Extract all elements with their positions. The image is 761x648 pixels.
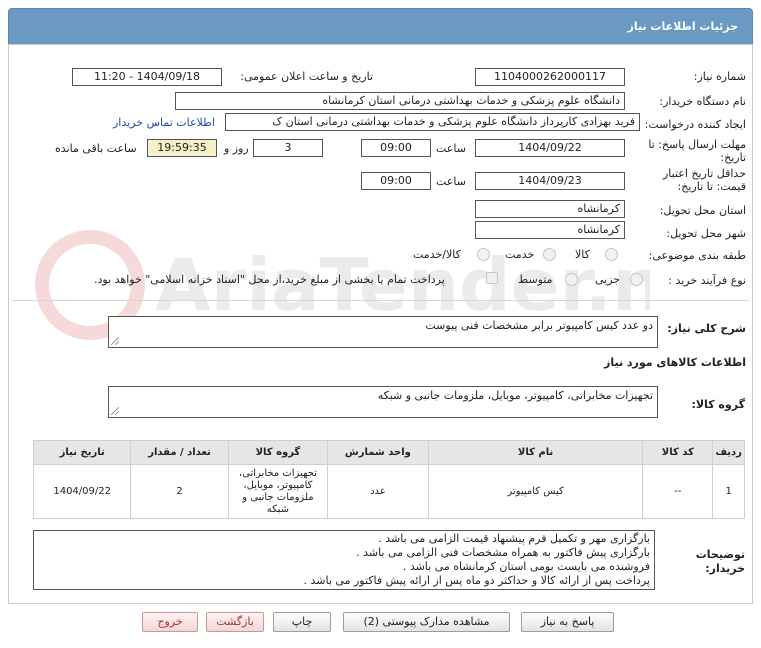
reply-deadline-label-line2: تاریخ: [720,151,746,164]
reply-deadline-label-line1: مهلت ارسال پاسخ: تا [648,138,746,151]
price-validity-label-line2: قیمت: تا تاریخ: [677,180,746,193]
purchase-medium-label: متوسط [518,273,553,286]
delivery-city-value: کرمانشاه [475,221,625,239]
category-goods-label: کالا [575,248,590,261]
print-button[interactable]: چاپ [273,612,331,632]
buyer-org-value: دانشگاه علوم پزشکی و خدمات بهداشتی درمان… [175,92,625,110]
category-goods-radio[interactable] [605,248,618,261]
col-date: تاریخ نیاز [32,440,132,465]
col-name: نام کالا [427,440,644,465]
col-code: کد کالا [642,440,714,465]
buyer-contact-link[interactable]: اطلاعات تماس خریدار [113,116,215,129]
buyer-note-line: بارگزاری مهر و تکمیل فرم پیشنهاد قیمت ال… [378,532,650,545]
reply-deadline-time-label: ساعت [436,142,466,155]
need-number-value: 1104000262000117 [475,68,625,86]
price-validity-date: 1404/09/23 [475,172,625,190]
purchase-medium-radio[interactable] [565,273,578,286]
cell-group-line: شبکه [266,503,290,515]
table-header-row: ردیف کد کالا نام کالا واحد شمارش گروه کا… [32,440,745,465]
exit-button[interactable]: خروج [142,612,198,632]
reply-deadline-days: 3 [253,139,323,157]
purchase-small-radio[interactable] [630,273,643,286]
resize-grip-icon[interactable] [111,337,119,345]
table-row: 1 -- کیس کامپیوتر عدد تجهیزات مخابراتی، … [32,464,745,519]
category-goods-service-radio[interactable] [477,248,490,261]
need-number-label: شماره نیاز: [693,70,746,83]
goods-group-textarea[interactable]: تجهیزات مخابراتی، کامپیوتر، موبایل، ملزو… [108,386,658,418]
category-service-label: خدمت [505,248,535,261]
back-button[interactable]: بازگشت [206,612,264,632]
requester-value: فرید بهزادی کارپرداز دانشگاه علوم پزشکی … [225,113,640,131]
price-validity-time-label: ساعت [436,175,466,188]
col-group: گروه کالا [227,440,329,465]
reply-deadline-date: 1404/09/22 [475,139,625,157]
cell-group: تجهیزات مخابراتی، کامپیوتر، موبایل، ملزو… [227,464,329,519]
cell-group-line: کامپیوتر، موبایل، [243,479,313,491]
buyer-note-line: بارگزاری پیش فاکتور به همراه مشخصات فنی … [356,546,650,559]
reply-deadline-time: 09:00 [361,139,431,157]
page-header: جزئیات اطلاعات نیاز [8,8,753,45]
remaining-time: 19:59:35 [147,139,217,157]
buyer-org-label: نام دستگاه خریدار: [659,95,746,108]
price-validity-label-line1: حداقل تاریخ اعتبار [662,167,746,180]
purchase-small-label: جزیی [595,273,621,286]
delivery-province-label: استان محل تحویل: [659,204,746,217]
buyer-note-line: فروشنده می بایست بومی استان کرمانشاه می … [402,560,650,573]
announce-date-value: 1404/09/18 - 11:20 [72,68,222,86]
days-label: روز و [224,142,249,155]
col-qty: تعداد / مقدار [130,440,229,465]
category-label: طبقه بندی موضوعی: [648,249,746,262]
buyer-note-line: پرداخت پس از ارائه کالا و حداکثر دو ماه … [303,574,650,587]
cell-row: 1 [712,464,745,519]
description-text: دو عدد کیس کامپیوتر برابر مشخصات فنی پیو… [425,319,653,332]
goods-info-title: اطلاعات کالاهای مورد نیاز [604,356,746,369]
cell-qty: 2 [130,464,229,519]
view-attachments-button[interactable]: مشاهده مدارک پیوستی (2) [343,612,510,632]
items-table: ردیف کد کالا نام کالا واحد شمارش گروه کا… [32,440,745,519]
section-divider [12,300,749,301]
page-title: جزئیات اطلاعات نیاز [627,20,739,33]
cell-code: -- [642,464,714,519]
treasury-payment-note: پرداخت تمام یا بخشی از مبلغ خرید،از محل … [94,273,445,286]
description-label: شرح کلی نیاز: [667,322,746,335]
cell-group-line: تجهیزات مخابراتی، [238,467,317,479]
buyer-notes-label-line2: خریدار: [705,562,745,575]
treasury-payment-checkbox[interactable] [486,272,498,284]
col-unit: واحد شمارش [327,440,429,465]
cell-name: کیس کامپیوتر [427,464,644,519]
category-service-radio[interactable] [543,248,556,261]
cell-unit: عدد [327,464,429,519]
col-row: ردیف [712,440,745,465]
description-textarea[interactable]: دو عدد کیس کامپیوتر برابر مشخصات فنی پیو… [108,316,658,348]
requester-label: ایجاد کننده درخواست: [644,118,746,131]
buyer-notes-label-line1: توضیحات [695,548,745,561]
reply-button[interactable]: پاسخ به نیاز [521,612,614,632]
buyer-notes-textarea[interactable]: بارگزاری مهر و تکمیل فرم پیشنهاد قیمت ال… [33,530,655,590]
remaining-time-label: ساعت باقی مانده [55,142,137,155]
resize-grip-icon[interactable] [111,407,119,415]
price-validity-time: 09:00 [361,172,431,190]
cell-date: 1404/09/22 [32,464,132,519]
goods-group-label: گروه کالا: [691,398,745,411]
announce-date-label: تاریخ و ساعت اعلان عمومی: [240,70,373,83]
goods-group-text: تجهیزات مخابراتی، کامپیوتر، موبایل، ملزو… [377,389,653,402]
delivery-province-value: کرمانشاه [475,200,625,218]
cell-group-line: ملزومات جانبی و [242,491,314,503]
delivery-city-label: شهر محل تحویل: [666,227,746,240]
category-goods-service-label: کالا/خدمت [413,248,461,261]
purchase-type-label: نوع فرآیند خرید : [668,274,746,287]
